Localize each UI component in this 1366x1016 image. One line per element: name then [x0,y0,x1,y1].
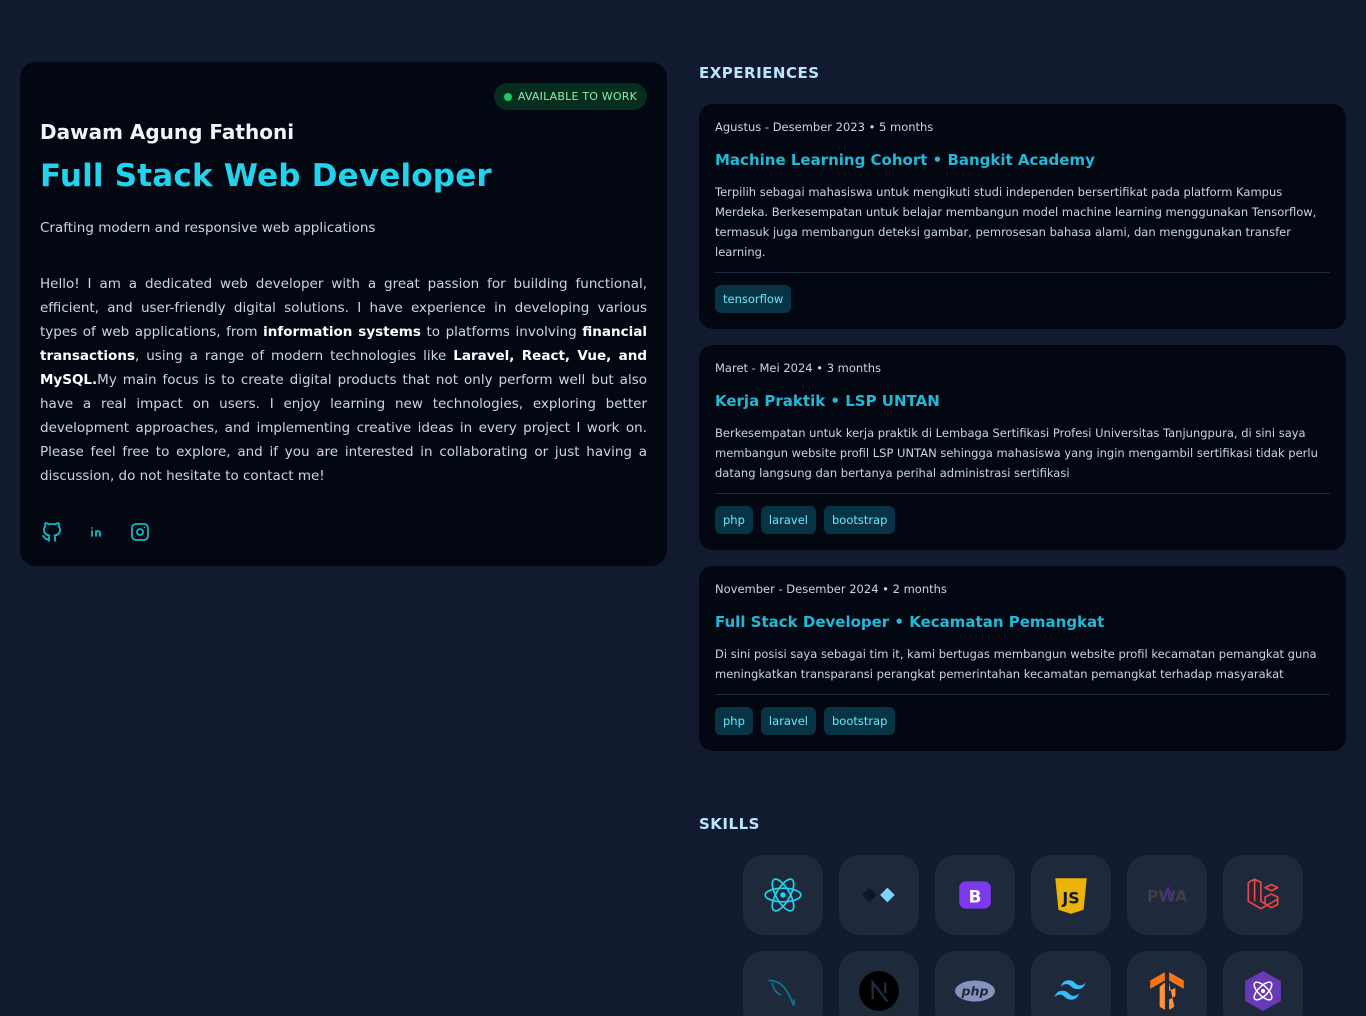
experience-description: Di sini posisi saya sebagai tim it, kami… [715,644,1330,695]
pwa-icon: PWA [1147,885,1188,905]
skill-tile[interactable] [1127,951,1207,1016]
laravel-icon [1247,878,1279,910]
profile-card: AVAILABLE TO WORK Dawam Agung Fathoni Fu… [20,62,667,566]
tech-tag: laravel [760,707,816,735]
javascript-icon: JS [1055,878,1087,914]
skill-tile[interactable]: php [935,951,1015,1016]
tech-tag: bootstrap [823,707,896,735]
availability-badge: AVAILABLE TO WORK [493,83,647,110]
skill-tile[interactable] [743,951,823,1016]
experience-card: Maret - Mei 2024 • 3 months Kerja Prakti… [699,345,1346,550]
tech-tag: php [715,707,753,735]
svg-text:php: php [961,984,989,999]
experiences-heading: EXPERIENCES [699,64,820,82]
skill-tile[interactable] [839,855,919,935]
social-links [40,520,152,544]
mysql-icon [768,979,796,1007]
skill-tile[interactable]: PWA [1127,855,1207,935]
availability-label: AVAILABLE TO WORK [517,90,637,103]
skill-tile[interactable] [1223,951,1303,1016]
experience-period: November - Desember 2024 • 2 months [715,582,947,596]
profile-bio: Hello! I am a dedicated web developer wi… [40,272,647,488]
preact-icon [1245,971,1281,1011]
tech-tag: php [715,506,753,534]
instagram-icon[interactable] [128,520,152,544]
tech-tag: tensorflow [715,285,792,313]
skill-tile[interactable]: B [935,855,1015,935]
experience-tags: tensorflow [715,285,1330,313]
bio-text: , using a range of modern technologies l… [134,348,454,364]
alpine-icon [862,887,895,903]
experience-title: Kerja Praktik • LSP UNTAN [715,392,940,410]
experience-period: Agustus - Desember 2023 • 5 months [715,120,934,134]
experience-period: Maret - Mei 2024 • 3 months [715,361,881,375]
experience-card: Agustus - Desember 2023 • 5 months Machi… [699,104,1346,329]
skill-tile[interactable] [1223,855,1303,935]
tailwind-icon [1054,980,1086,1000]
bio-text: My main focus is to create digital produ… [40,372,647,484]
experience-description: Berkesempatan untuk kerja praktik di Lem… [715,423,1330,494]
skill-tile[interactable] [1031,951,1111,1016]
profile-role: Full Stack Web Developer [40,158,492,194]
nextjs-icon [859,971,899,1011]
skill-tile[interactable]: JS [1031,855,1111,935]
react-icon [764,878,802,912]
bootstrap-icon: B [959,881,991,909]
linkedin-icon[interactable] [84,520,108,544]
experience-title: Full Stack Developer • Kecamatan Pemangk… [715,613,1105,631]
bio-highlight: information systems [263,324,421,340]
tech-tag: bootstrap [823,506,896,534]
php-icon: php [955,980,995,1002]
bio-text: to platforms involving [420,324,583,340]
skill-tile[interactable] [743,855,823,935]
skills-grid: B JS PWA php [743,855,1303,1016]
experience-title: Machine Learning Cohort • Bangkit Academ… [715,151,1095,169]
svg-text:JS: JS [1061,888,1079,907]
tech-tag: laravel [760,506,816,534]
experience-tags: php laravel bootstrap [715,506,1330,534]
github-icon[interactable] [40,520,64,544]
skills-heading: SKILLS [699,815,760,833]
svg-text:B: B [969,886,982,906]
tensorflow-icon [1150,972,1184,1010]
experience-tags: php laravel bootstrap [715,707,1330,735]
profile-tagline: Crafting modern and responsive web appli… [40,220,376,236]
skill-tile[interactable] [839,951,919,1016]
experience-card: November - Desember 2024 • 2 months Full… [699,566,1346,751]
experience-description: Terpilih sebagai mahasiswa untuk mengiku… [715,182,1330,273]
status-dot-icon [503,92,512,101]
profile-name: Dawam Agung Fathoni [40,120,295,144]
